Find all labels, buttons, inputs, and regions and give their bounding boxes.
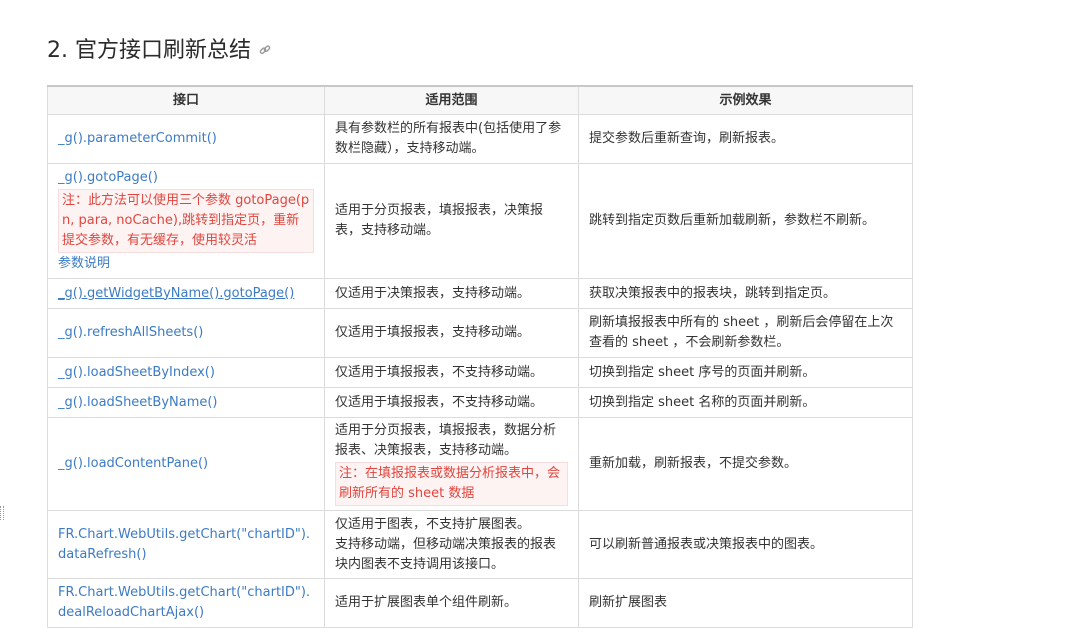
effect-cell: 获取决策报表中的报表块，跳转到指定页。 bbox=[578, 278, 913, 309]
table-row: _g().gotoPage() 注：此方法可以使用三个参数 gotoPage(p… bbox=[47, 163, 913, 279]
scope-cell: 仅适用于填报报表，不支持移动端。 bbox=[324, 387, 579, 418]
api-name-cell: _g().parameterCommit() bbox=[47, 114, 325, 164]
scope-text: 仅适用于图表，不支持扩展图表。 bbox=[335, 516, 531, 532]
table-header-row: 接口 适用范围 示例效果 bbox=[47, 85, 913, 115]
api-name: _g().gotoPage() bbox=[58, 170, 158, 185]
api-name-cell: FR.Chart.WebUtils.getChart("chartID").de… bbox=[47, 578, 325, 628]
document-page: 2. 官方接口刷新总结 接口 适用范围 示例效果 _g().parameterC… bbox=[0, 0, 1067, 640]
param-docs-link[interactable]: 参数说明 bbox=[58, 254, 314, 274]
scope-text: 适用于分页报表，填报报表，数据分析报表、决策报表，支持移动端。 bbox=[335, 423, 557, 458]
column-header-api: 接口 bbox=[47, 85, 325, 115]
api-note: 注：此方法可以使用三个参数 gotoPage(pn, para, noCache… bbox=[58, 189, 314, 253]
table-row: FR.Chart.WebUtils.getChart("chartID").de… bbox=[47, 578, 913, 628]
api-name-cell: _g().loadSheetByName() bbox=[47, 387, 325, 418]
column-header-effect: 示例效果 bbox=[578, 85, 913, 115]
table-row: FR.Chart.WebUtils.getChart("chartID").da… bbox=[47, 510, 913, 579]
effect-cell: 切换到指定 sheet 序号的页面并刷新。 bbox=[578, 357, 913, 388]
effect-cell: 跳转到指定页数后重新加载刷新，参数栏不刷新。 bbox=[578, 163, 913, 279]
scope-cell: 适用于分页报表，填报报表，数据分析报表、决策报表，支持移动端。 注：在填报报表或… bbox=[324, 417, 579, 511]
table-row: _g().loadContentPane() 适用于分页报表，填报报表，数据分析… bbox=[47, 417, 913, 511]
effect-cell: 提交参数后重新查询，刷新报表。 bbox=[578, 114, 913, 164]
api-name-cell: FR.Chart.WebUtils.getChart("chartID").da… bbox=[47, 510, 325, 579]
link-icon[interactable] bbox=[259, 33, 271, 67]
effect-cell: 重新加载，刷新报表，不提交参数。 bbox=[578, 417, 913, 511]
api-name-cell: _g().gotoPage() 注：此方法可以使用三个参数 gotoPage(p… bbox=[47, 163, 325, 279]
table-row: _g().loadSheetByName() 仅适用于填报报表，不支持移动端。 … bbox=[47, 387, 913, 418]
scope-cell: 仅适用于决策报表，支持移动端。 bbox=[324, 278, 579, 309]
column-header-scope: 适用范围 bbox=[324, 85, 579, 115]
scope-cell: 仅适用于图表，不支持扩展图表。 支持移动端，但移动端决策报表的报表块内图表不支持… bbox=[324, 510, 579, 579]
effect-cell: 可以刷新普通报表或决策报表中的图表。 bbox=[578, 510, 913, 579]
api-name-cell: _g().loadContentPane() bbox=[47, 417, 325, 511]
effect-cell: 刷新扩展图表 bbox=[578, 578, 913, 628]
drag-handle-marker bbox=[0, 506, 4, 520]
api-table: 接口 适用范围 示例效果 _g().parameterCommit() 具有参数… bbox=[47, 85, 913, 628]
scope-cell: 仅适用于填报报表，不支持移动端。 bbox=[324, 357, 579, 388]
api-doc-link[interactable]: _g().getWidgetByName().gotoPage() bbox=[58, 286, 294, 301]
section-heading: 2. 官方接口刷新总结 bbox=[47, 34, 271, 68]
scope-text-2: 支持移动端，但移动端决策报表的报表块内图表不支持调用该接口。 bbox=[335, 536, 557, 572]
scope-cell: 具有参数栏的所有报表中(包括使用了参数栏隐藏），支持移动端。 bbox=[324, 114, 579, 164]
api-name-cell: _g().getWidgetByName().gotoPage() bbox=[47, 278, 325, 309]
scope-cell: 适用于分页报表，填报报表，决策报表，支持移动端。 bbox=[324, 163, 579, 279]
api-name-cell: _g().loadSheetByIndex() bbox=[47, 357, 325, 388]
table-row: _g().getWidgetByName().gotoPage() 仅适用于决策… bbox=[47, 278, 913, 309]
table-row: _g().loadSheetByIndex() 仅适用于填报报表，不支持移动端。… bbox=[47, 357, 913, 388]
api-name-cell: _g().refreshAllSheets() bbox=[47, 308, 325, 358]
effect-cell: 刷新填报报表中所有的 sheet ，刷新后会停留在上次查看的 sheet ，不会… bbox=[578, 308, 913, 358]
scope-note: 注：在填报报表或数据分析报表中，会刷新所有的 sheet 数据 bbox=[335, 462, 568, 506]
table-row: _g().refreshAllSheets() 仅适用于填报报表，支持移动端。 … bbox=[47, 308, 913, 358]
scope-cell: 适用于扩展图表单个组件刷新。 bbox=[324, 578, 579, 628]
section-heading-text: 2. 官方接口刷新总结 bbox=[47, 38, 251, 63]
effect-cell: 切换到指定 sheet 名称的页面并刷新。 bbox=[578, 387, 913, 418]
scope-cell: 仅适用于填报报表，支持移动端。 bbox=[324, 308, 579, 358]
table-row: _g().parameterCommit() 具有参数栏的所有报表中(包括使用了… bbox=[47, 114, 913, 164]
